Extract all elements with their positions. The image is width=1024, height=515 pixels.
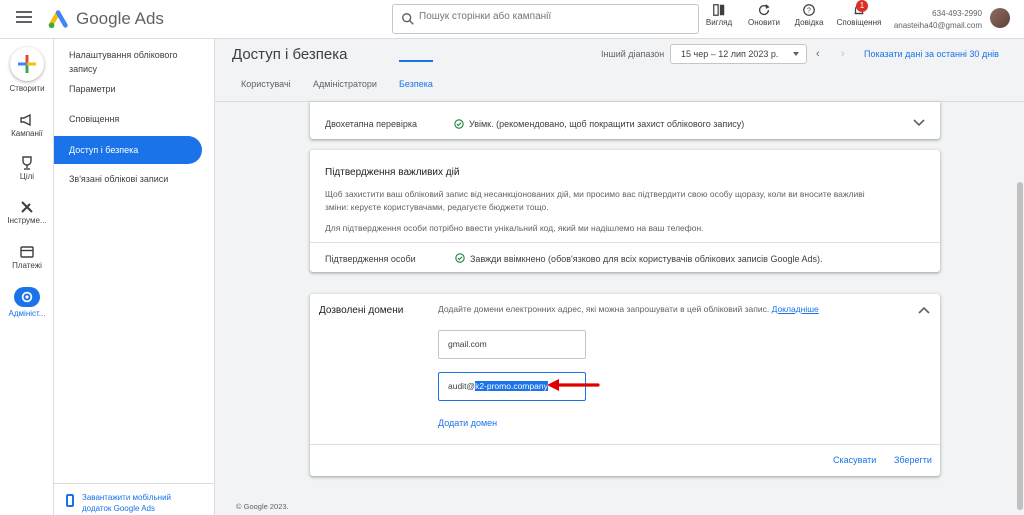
page-header: Доступ і безпека Інший діапазон 15 чер –…: [215, 39, 1024, 101]
google-ads-logo: [48, 10, 68, 29]
search-input[interactable]: [419, 11, 689, 22]
view-button[interactable]: Вигляд: [696, 3, 742, 27]
cancel-button[interactable]: Скасувати: [833, 455, 876, 465]
important-title: Підтвердження важливих дій: [325, 167, 460, 178]
mobile-app-link[interactable]: Завантажити мобільний додаток Google Ads: [54, 483, 215, 514]
domain-field-2-prefix: audit@: [448, 381, 476, 391]
add-domain-link[interactable]: Додати домен: [438, 418, 497, 428]
rail-item-billing[interactable]: Платежі: [0, 261, 54, 270]
top-bar: Google Ads Вигляд Оновити ? Довідка 1 Сп…: [0, 0, 1024, 39]
nav-item-linked-accounts[interactable]: Зв'язані облікові записи: [54, 174, 202, 184]
refresh-label: Оновити: [748, 18, 780, 27]
nav-item-parameters[interactable]: Параметри: [54, 84, 202, 94]
rail-admin-active[interactable]: [14, 287, 40, 307]
divider: [310, 444, 940, 445]
settings-nav: Налаштування облікового запису Параметри…: [54, 39, 215, 515]
app-brand: Google Ads: [76, 9, 164, 28]
domain-field-1[interactable]: gmail.com: [438, 330, 586, 359]
rail-item-tools[interactable]: Інструме...: [0, 216, 54, 225]
megaphone-icon[interactable]: [19, 112, 35, 128]
plus-icon: [18, 55, 36, 73]
avatar[interactable]: [990, 8, 1010, 28]
two-step-label: Двохетапна перевірка: [325, 119, 417, 129]
domain-field-2-selection: k2-promo.company: [475, 381, 548, 391]
domains-desc: Додайте домени електронних адрес, які мо…: [438, 303, 819, 316]
check-circle-icon: [454, 119, 464, 129]
nav-item-access-security[interactable]: Доступ і безпека: [54, 136, 202, 164]
tools-icon[interactable]: [19, 199, 35, 215]
important-desc-2: Для підтвердження особи потрібно ввести …: [325, 223, 704, 233]
trophy-icon[interactable]: [19, 155, 35, 171]
date-range-value: 15 чер – 12 лип 2023 р.: [681, 49, 779, 59]
notifications-label: Сповіщення: [836, 18, 882, 27]
nav-item-account-settings[interactable]: Налаштування облікового запису: [54, 48, 194, 76]
date-range-label: Інший діапазон: [601, 49, 665, 59]
help-icon: ?: [803, 4, 815, 16]
identity-label: Підтвердження особи: [325, 254, 416, 264]
prev-range-icon[interactable]: ‹: [816, 48, 820, 60]
rail-item-admin[interactable]: Адмініст...: [0, 309, 54, 318]
copyright: © Google 2023.: [236, 502, 289, 511]
nav-item-notifications[interactable]: Сповіщення: [54, 114, 202, 124]
scrollbar[interactable]: [1016, 102, 1024, 515]
domains-desc-text: Додайте домени електронних адрес, які мо…: [438, 304, 770, 314]
identity-status: Завжди ввімкнено (обов'язково для всіх к…: [470, 254, 823, 264]
notifications-button[interactable]: 1 Сповіщення: [832, 0, 886, 27]
chevron-up-icon[interactable]: [918, 306, 930, 314]
check-circle-icon: [455, 253, 465, 263]
left-rail: Створити Кампанії Цілі Інструме... Плате…: [0, 39, 54, 515]
help-label: Довідка: [794, 18, 824, 27]
important-desc-1b: зміни: керуєте користувачами, редагуєте …: [325, 202, 549, 212]
view-label: Вигляд: [705, 18, 733, 27]
gear-icon: [21, 291, 33, 303]
search-box[interactable]: [392, 4, 699, 34]
show-last-30-link[interactable]: Показати дані за останні 30 днів: [864, 49, 999, 59]
svg-text:?: ?: [807, 8, 811, 15]
tab-administrators[interactable]: Адміністратори: [313, 79, 377, 89]
view-icon: [713, 4, 725, 16]
account-id: 634-493-2990: [932, 9, 982, 18]
important-desc-1: Щоб захистити ваш обліковий запис від не…: [325, 188, 925, 214]
divider: [310, 242, 940, 243]
notifications-badge: 1: [856, 0, 868, 12]
mobile-app-label: Завантажити мобільний додаток Google Ads: [82, 493, 172, 513]
scrollbar-thumb[interactable]: [1017, 182, 1023, 510]
important-desc-1a: Щоб захистити ваш обліковий запис від не…: [325, 189, 865, 199]
account-info[interactable]: 634-493-2990 anasteiha40@gmail.com: [894, 8, 982, 32]
phone-icon: [66, 494, 74, 507]
date-range-picker[interactable]: 15 чер – 12 лип 2023 р.: [670, 44, 807, 64]
page-title: Доступ і безпека: [232, 46, 348, 63]
account-email: anasteiha40@gmail.com: [893, 21, 982, 30]
chevron-down-icon[interactable]: [913, 119, 925, 127]
help-button[interactable]: ? Довідка: [786, 3, 832, 27]
next-range-icon[interactable]: ›: [841, 48, 845, 60]
menu-icon[interactable]: [16, 11, 32, 27]
important-actions-card: Підтвердження важливих дій Щоб захистити…: [310, 150, 940, 272]
tab-security[interactable]: Безпека: [399, 79, 433, 89]
allowed-domains-card: Дозволені домени Додайте домени електрон…: [310, 294, 940, 476]
search-icon: [402, 13, 414, 25]
red-arrow-annotation: [547, 379, 600, 391]
two-step-status: Увімк. (рекомендовано, щоб покращити зах…: [469, 119, 745, 129]
refresh-icon: [758, 4, 770, 16]
learn-more-link[interactable]: Докладніше: [772, 304, 819, 314]
domains-title: Дозволені домени: [319, 305, 404, 316]
create-button[interactable]: [10, 47, 44, 81]
active-tab-indicator: [399, 60, 433, 62]
create-label: Створити: [9, 84, 45, 93]
rail-item-campaigns[interactable]: Кампанії: [0, 129, 54, 138]
tab-users[interactable]: Користувачі: [241, 79, 291, 89]
card-icon[interactable]: [19, 244, 35, 260]
refresh-button[interactable]: Оновити: [741, 3, 787, 27]
rail-item-goals[interactable]: Цілі: [0, 172, 54, 181]
save-button[interactable]: Зберегти: [894, 455, 932, 465]
chevron-down-icon: [793, 52, 799, 56]
two-step-card[interactable]: Двохетапна перевірка Увімк. (рекомендова…: [310, 102, 940, 139]
